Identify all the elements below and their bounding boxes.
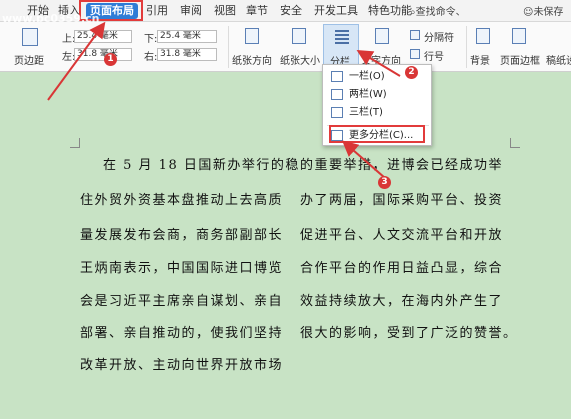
arrow-to-columns: [356, 49, 401, 77]
arrow-to-page-layout: [47, 21, 106, 101]
step-badge-1: 1: [104, 53, 117, 66]
step-badge-3: 3: [378, 176, 391, 189]
arrow-to-more-columns: [341, 140, 386, 179]
step-badge-2: 2: [405, 66, 418, 79]
annotation-arrows: [47, 21, 401, 179]
